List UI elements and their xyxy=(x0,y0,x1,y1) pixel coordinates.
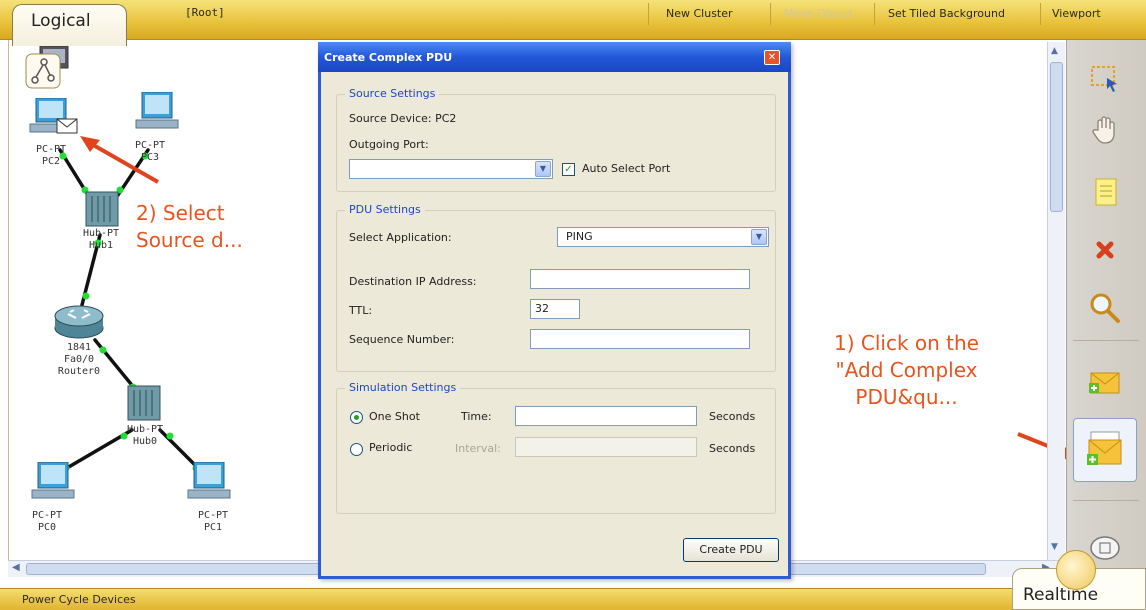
pc0-computer-icon[interactable] xyxy=(30,462,78,504)
ttl-input[interactable]: 32 xyxy=(530,299,580,319)
select-application-value: PING xyxy=(566,230,593,243)
annotation-line: Source d... xyxy=(136,228,243,252)
realtime-clock-icon[interactable] xyxy=(1056,550,1096,590)
hub0-type: Hub-PT xyxy=(126,424,164,435)
annotation-line: PDU&qu... xyxy=(855,385,958,409)
hub0-icon[interactable] xyxy=(126,384,164,424)
interval-input[interactable] xyxy=(515,437,697,457)
pc0-label: PC-PT PC0 xyxy=(22,510,72,534)
hub1-label: Hub-PT Hub1 xyxy=(76,228,126,252)
palette-divider xyxy=(1073,500,1139,501)
auto-select-port-label: Auto Select Port xyxy=(582,162,671,175)
hub1-name: Hub1 xyxy=(88,240,114,251)
place-note-icon[interactable] xyxy=(1083,170,1127,214)
one-shot-label: One Shot xyxy=(369,410,420,423)
scroll-up-icon[interactable]: ▲ xyxy=(1051,46,1058,56)
select-icon[interactable] xyxy=(1083,56,1127,100)
set-tiled-background-button[interactable]: Set Tiled Background xyxy=(880,3,1013,25)
time-label: Time: xyxy=(461,410,492,423)
pdu-settings-title: PDU Settings xyxy=(345,203,425,216)
pc2-name: PC2 xyxy=(41,156,61,167)
pdu-settings-group: PDU Settings Select Application: PING ▼ … xyxy=(336,203,776,372)
close-icon[interactable]: ✕ xyxy=(764,50,780,65)
annotation-line: 2) Select xyxy=(136,201,225,225)
toolbar-divider xyxy=(770,3,771,25)
toolbar-divider xyxy=(648,3,649,25)
inspect-icon[interactable] xyxy=(1083,286,1127,330)
pc0-name: PC0 xyxy=(37,522,57,533)
sequence-number-input[interactable] xyxy=(530,329,750,349)
sequence-number-label: Sequence Number: xyxy=(349,333,455,346)
tab-realtime-label: Realtime xyxy=(1023,585,1099,605)
seconds-label: Seconds xyxy=(709,442,756,455)
common-tools-palette xyxy=(1066,40,1146,588)
source-settings-group: Source Settings Source Device: PC2 Outgo… xyxy=(336,87,776,192)
seconds-label: Seconds xyxy=(709,410,756,423)
create-complex-pdu-dialog: Create Complex PDU ✕ Source Settings Sou… xyxy=(318,42,791,579)
scroll-left-icon[interactable]: ◀ xyxy=(12,562,20,573)
new-cluster-button[interactable]: New Cluster xyxy=(658,3,741,25)
select-application-select[interactable]: PING ▼ xyxy=(557,227,769,247)
dialog-title: Create Complex PDU xyxy=(324,51,453,64)
router-name: Router0 xyxy=(57,366,101,377)
pc1-label: PC-PT PC1 xyxy=(188,510,238,534)
viewport-button[interactable]: Viewport xyxy=(1044,3,1109,25)
toolbar-divider xyxy=(874,3,875,25)
tab-logical-label: Logical xyxy=(31,11,91,31)
select-source-annotation: 2) Select Source d... xyxy=(136,200,243,254)
chevron-down-icon[interactable]: ▼ xyxy=(535,161,551,177)
simulation-settings-group: Simulation Settings One Shot Time: Secon… xyxy=(336,381,776,514)
periodic-label: Periodic xyxy=(369,441,413,454)
destination-ip-input[interactable] xyxy=(530,269,750,289)
pc1-type: PC-PT xyxy=(197,510,229,521)
select-application-label: Select Application: xyxy=(349,231,452,244)
dialog-title-bar[interactable]: Create Complex PDU ✕ xyxy=(318,42,791,72)
periodic-radio[interactable] xyxy=(350,443,363,456)
vertical-scrollbar[interactable]: ▲ ▼ xyxy=(1047,42,1065,572)
router-type: 1841 xyxy=(66,342,92,353)
hand-move-icon[interactable] xyxy=(1083,108,1127,152)
add-complex-pdu-icon[interactable] xyxy=(1073,418,1137,482)
hub1-icon[interactable] xyxy=(84,190,122,230)
power-cycle-devices-button[interactable]: Power Cycle Devices xyxy=(22,593,136,606)
annotation-arrow-icon xyxy=(80,136,159,184)
interval-label: Interval: xyxy=(455,442,501,455)
toolbar-divider xyxy=(1040,3,1041,25)
destination-ip-label: Destination IP Address: xyxy=(349,275,477,288)
source-device-text: Source Device: PC2 xyxy=(349,112,457,125)
router-icon[interactable] xyxy=(52,302,106,342)
pc1-computer-icon[interactable] xyxy=(186,462,234,504)
pc2-type: PC-PT xyxy=(35,144,67,155)
status-bar: Power Cycle Devices xyxy=(0,588,1146,610)
simulation-settings-title: Simulation Settings xyxy=(345,381,461,394)
pc0-type: PC-PT xyxy=(31,510,63,521)
create-pdu-button[interactable]: Create PDU xyxy=(683,538,779,562)
vertical-scroll-thumb[interactable] xyxy=(1050,62,1063,212)
hub0-name: Hub0 xyxy=(132,436,158,447)
source-settings-title: Source Settings xyxy=(345,87,440,100)
router-label: 1841 Fa0/0 Router0 xyxy=(44,342,114,378)
move-object-button[interactable]: Move Object xyxy=(776,3,861,25)
palette-divider xyxy=(1073,340,1139,341)
delete-icon[interactable] xyxy=(1083,228,1127,272)
add-simple-pdu-icon[interactable] xyxy=(1083,360,1127,404)
hub0-label: Hub-PT Hub0 xyxy=(120,424,170,448)
ttl-label: TTL: xyxy=(349,304,373,317)
outgoing-port-label: Outgoing Port: xyxy=(349,138,429,151)
pc1-name: PC1 xyxy=(203,522,223,533)
pc2-label: PC-PT PC2 xyxy=(26,144,76,168)
tab-logical[interactable]: Logical xyxy=(12,4,127,46)
auto-select-port-checkbox[interactable]: ✓ xyxy=(562,163,575,176)
pc3-computer-icon[interactable] xyxy=(134,92,182,134)
add-complex-pdu-annotation: 1) Click on the "Add Complex PDU&qu... xyxy=(834,330,979,411)
chevron-down-icon[interactable]: ▼ xyxy=(751,229,767,245)
router-port: Fa0/0 xyxy=(63,354,95,365)
scroll-down-icon[interactable]: ▼ xyxy=(1051,542,1058,552)
hub1-type: Hub-PT xyxy=(82,228,120,239)
outgoing-port-select[interactable]: ▼ xyxy=(349,159,553,179)
annotation-line: 1) Click on the xyxy=(834,331,979,355)
time-input[interactable] xyxy=(515,406,697,426)
annotation-line: "Add Complex xyxy=(835,358,978,382)
one-shot-radio[interactable] xyxy=(350,411,363,424)
